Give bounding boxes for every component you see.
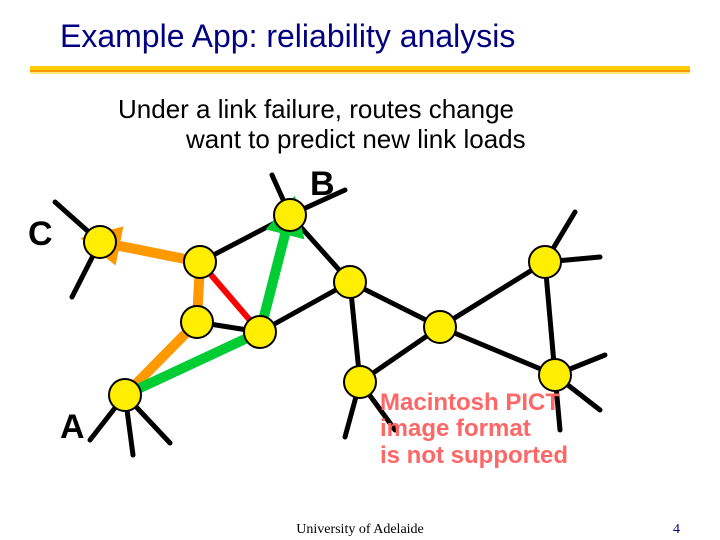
network-diagram (0, 0, 720, 540)
footer-university: University of Adelaide (296, 522, 424, 538)
node-n5 (344, 366, 376, 398)
pict-watermark: Macintosh PICT image format is not suppo… (380, 390, 568, 469)
node-label-c: C (28, 215, 53, 254)
node-b (274, 199, 306, 231)
node-n2 (181, 306, 213, 338)
node-a (109, 379, 141, 411)
node-n8 (539, 359, 571, 391)
watermark-line2: image format (380, 416, 568, 442)
node-label-a: A (60, 408, 85, 447)
node-n1 (184, 246, 216, 278)
watermark-line1: Macintosh PICT (380, 390, 568, 416)
node-n3 (244, 316, 276, 348)
node-n6 (424, 311, 456, 343)
node-label-b: B (310, 165, 335, 204)
node-n7 (529, 246, 561, 278)
node-n4 (334, 266, 366, 298)
footer-page-number: 4 (673, 522, 680, 538)
node-c (84, 226, 116, 258)
watermark-line3: is not supported (380, 443, 568, 469)
